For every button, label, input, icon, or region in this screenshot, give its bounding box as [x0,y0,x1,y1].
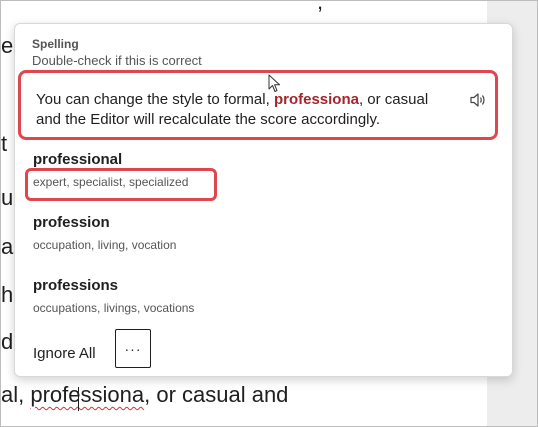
context-sentence-box: You can change the style to formal, prof… [18,70,498,140]
document-text-line: al, professiona, or casual and [1,381,288,409]
ignore-all-button[interactable]: Ignore All [33,345,96,362]
synonyms-highlight-box [25,168,217,201]
speaker-icon[interactable] [469,92,487,108]
suggestion-word: professions [33,277,119,294]
context-before: You can change the style to formal, [36,91,274,108]
document-text-fragment: u [1,185,14,210]
suggestion-synonyms: occupation, living, vocation [33,238,177,252]
suggestion-word: professional [33,151,123,168]
document-text-fragment: , [317,0,324,14]
document-text-fragment: d [1,329,14,354]
suggestion-item[interactable]: professions occupations, livings, vocati… [15,277,512,333]
document-text-fragment: e [1,33,14,58]
suggestion-word: profession [33,214,110,231]
misspelled-word[interactable]: professiona [30,382,144,407]
suggestion-item[interactable]: profession occupation, living, vocation [15,214,512,270]
document-text-before: al, [1,382,31,407]
mouse-pointer-icon [268,74,282,94]
document-text-fragment: a [1,234,14,259]
issue-category: Spelling [32,37,79,51]
flagged-word: professiona [273,91,359,108]
suggestion-synonyms: occupations, livings, vocations [33,301,195,315]
text-caret [78,387,79,411]
document-text-fragment: t [1,131,8,156]
document-text-after: , or casual and [144,382,289,407]
app-window: , e u a h d t al, professiona, or casual… [0,0,538,427]
editor-suggestion-pane: Spelling Double-check if this is correct… [14,23,513,377]
more-options-button[interactable]: ··· [115,329,151,368]
context-sentence: You can change the style to formal, prof… [36,90,456,130]
document-text-fragment: h [1,282,14,307]
issue-description: Double-check if this is correct [32,53,202,68]
